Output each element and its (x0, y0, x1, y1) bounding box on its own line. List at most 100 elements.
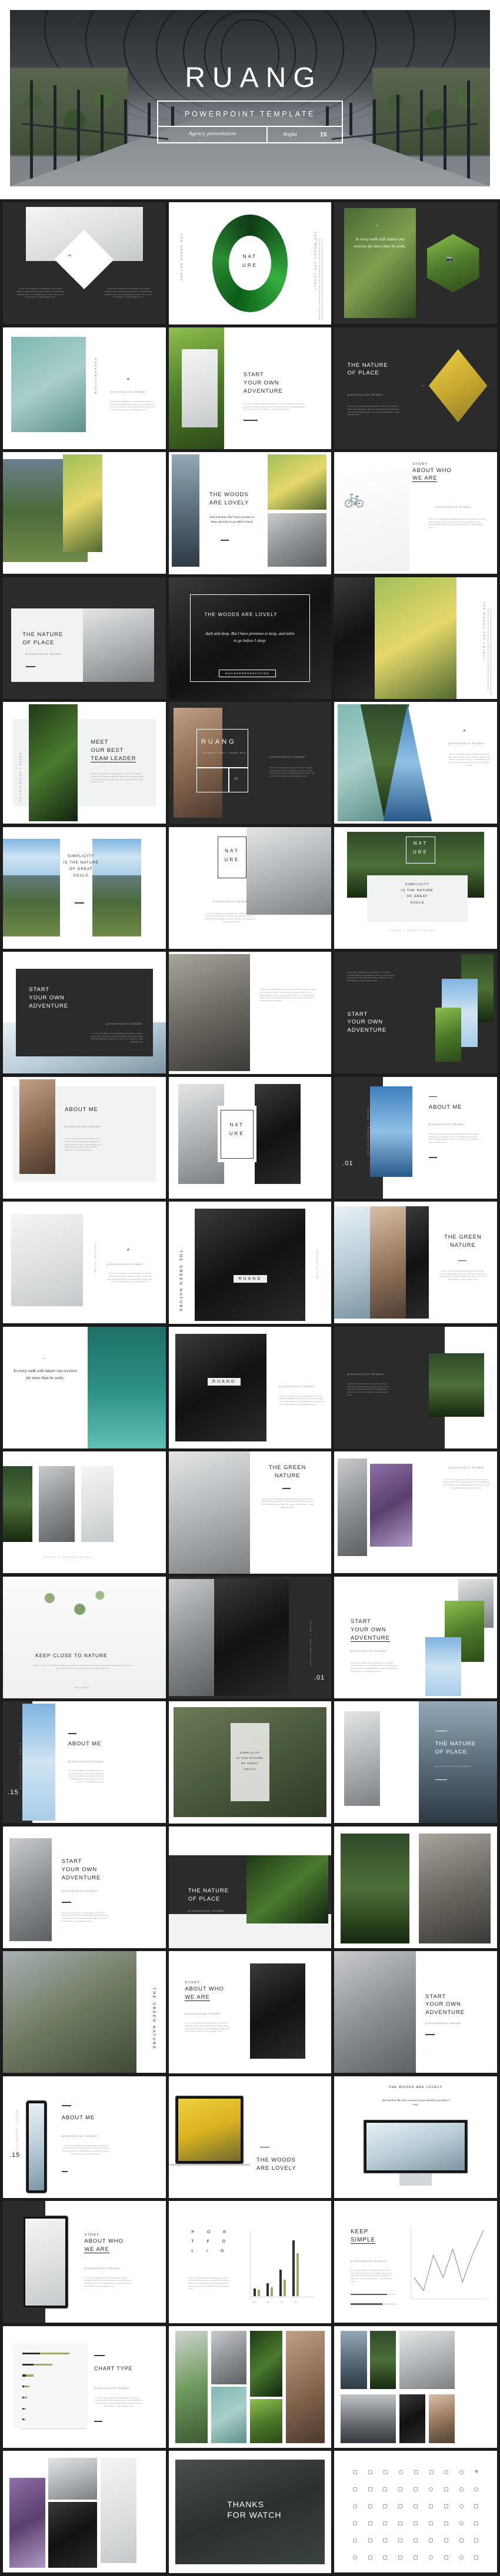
diamond-frame (422, 342, 491, 430)
slide-daisies-adventure[interactable]: START YOUR OWN ADVENTURE Far far away, b… (168, 327, 332, 449)
slide-ballerina[interactable]: Far far away, behind the word mountains,… (168, 952, 332, 1074)
divider (61, 2171, 68, 2172)
slide-photo (334, 1951, 416, 2073)
slide-green-nature-portrait[interactable]: THE GREEN NATURE Far far away, behind the… (168, 1451, 332, 1574)
cup-icon (352, 2521, 357, 2526)
slide-nature-bird[interactable]: NAT URE presentation header Far far away,… (168, 827, 332, 949)
slide-photo-mosaic-1[interactable] (168, 2326, 332, 2448)
slide-pasture[interactable]: presentation header Far far away, behind… (334, 1326, 497, 1448)
slide-photo (341, 2330, 367, 2390)
slide-bike-story[interactable]: 🚲 STORY ABOUT WHO WE ARE presentation he… (334, 452, 497, 574)
slide-nature-place-clock[interactable]: THE NATURE OF PLACE presentation header (3, 577, 166, 699)
headline: KEEP CLOSE TO NATURE (35, 1652, 108, 1659)
slide-monitor-woods[interactable]: THE WOODS ARE LOVELY dark and deep. But … (334, 2076, 497, 2198)
slide-about-me-01[interactable]: .01 RUANG | PRESENTATION ABOUT ME presen… (334, 1076, 497, 1199)
slide-number: .01 (314, 1674, 325, 1681)
presentation-header: presentation header (107, 1262, 144, 1266)
slide-tropical-triangles[interactable]: ☘ presentation header Far far away, behi… (334, 702, 497, 824)
presentation-header: presentation header (448, 742, 485, 745)
slide-chart-type[interactable]: CHART TYPE presentation header Far far a… (3, 2326, 166, 2448)
slide-about-me-pineapple[interactable]: .15 RUANG | PRESENTATION ABOUT ME presen… (3, 1701, 166, 1824)
slide-adventure-window[interactable]: START YOUR OWN ADVENTURE presentation hea… (334, 1576, 497, 1698)
slide-walk-nature-quote[interactable]: In every walk with nature one receives f… (334, 202, 497, 324)
slide-nature-of-place-lemon[interactable]: THE NATURE OF PLACE presentation header F… (334, 327, 497, 449)
slide-simplicity-hands[interactable]: SIMPLICITY IS THE NATURE OF GREAT SOULS (168, 1701, 332, 1824)
slide-ruang-brand[interactable]: RUANG POWERPOINT TEMPLATE 🚲 presentation… (168, 702, 332, 824)
slide-photo (268, 513, 327, 567)
slide-laptop-sunflowers[interactable]: THE WOODS ARE LOVELY (168, 2076, 332, 2198)
slide-nature-bw-pair[interactable]: NAT URE (168, 1076, 332, 1199)
slide-icon-library[interactable] (334, 2451, 497, 2573)
presentation-header: presentation header (428, 1123, 465, 1126)
slide-nature-place-mountain[interactable]: THE NATURE OF PLACE presentation header (334, 1701, 497, 1824)
quote-text: dark and deep. But I have promises to ke… (382, 2098, 449, 2106)
presentation-header: presentation header (279, 1385, 316, 1389)
slide-plant-camera[interactable]: ☘ presentation header Far far away, behi… (3, 1202, 166, 1324)
slide-keep-close-nature[interactable]: KEEP CLOSE TO NATURE There is pleasure i… (3, 1576, 166, 1698)
slide-phone-about-me[interactable]: .15 RUANG | PRESENTATION ABOUT ME presen… (3, 2076, 166, 2198)
slide-tablet-story[interactable]: STORY ABOUT WHO WE ARE presentation head… (3, 2201, 166, 2323)
hero-slide[interactable]: RUANG POWERPOINT TEMPLATE Agency present… (10, 10, 490, 186)
slide-photo (100, 2458, 136, 2563)
slide-portfolio-bar-chart[interactable]: P O R T F O L I O Far far away, behind t… (168, 2201, 332, 2323)
slide-keep-simple-line-chart[interactable]: KEEP SIMPLE presentation header Far far … (334, 2201, 497, 2323)
slide-fashion-01[interactable]: RUANG | PRESENTATION .01 (168, 1576, 332, 1698)
slide-blonde-adventure[interactable]: START YOUR OWN ADVENTURE presentation head… (334, 1951, 497, 2073)
slide-agave-pot[interactable]: PRESENTATION ☘ presentation header Far f… (3, 327, 166, 449)
slide-woods-lovely-collage[interactable]: THE WOODS ARE LOVELY dark and deep. But I… (168, 452, 332, 574)
slide-corn-urban[interactable] (334, 1826, 497, 1948)
slide-drink-green-nature[interactable]: THE GREEN NATURE (3, 1951, 166, 2073)
image-icon: 📷 (446, 256, 454, 262)
slide-green-nature-woman[interactable]: THE GREEN NATURE Far far away, behind the… (334, 1202, 497, 1324)
slide-photo (3, 868, 60, 937)
bar-chart (253, 2233, 299, 2296)
slide-photo (370, 1086, 413, 1177)
slide-nature-place-succulent[interactable]: THE NATURE OF PLACE presentation header (168, 1826, 332, 1948)
slide-photo (9, 1838, 52, 1941)
slide-three-portraits[interactable]: RUANG | PRESENTATION (3, 1451, 166, 1574)
slide-hoodie-ruang[interactable]: RUANG presentation header Far far away, … (168, 1326, 332, 1448)
slide-thanks-for-watch[interactable]: THANKS FOR WATCH (168, 2451, 332, 2573)
slide-photo (19, 1079, 55, 1175)
lightbulb-icon (352, 2470, 357, 2475)
slide-hand-ruang[interactable]: RUANG THE GREEN NATURE PRESENTATION (168, 1202, 332, 1324)
slide-photo (211, 2387, 247, 2443)
ruang-presentation-button[interactable]: RUANGPRESENTATION (219, 670, 276, 678)
headline: MEET OUR BEST TEAM LEADER (91, 739, 136, 762)
slide-hat-adventure[interactable]: START YOUR OWN ADVENTURE presentation head… (3, 1826, 166, 1948)
body-text: Far far away, behind the word mountains,… (261, 1497, 314, 1508)
slide-woman-interior[interactable]: presentation header Far far away, behind… (334, 1451, 497, 1574)
tools-icon (383, 2538, 388, 2543)
slide-desk-scissors[interactable]: ✂ Far far away, behind the word mountain… (3, 202, 166, 324)
slide-photo-mosaic-2[interactable] (334, 2326, 497, 2448)
slide-story-hair[interactable]: STORY ABOUT WHO WE ARE presentation head… (168, 1951, 332, 2073)
slide-woods-quote-dark[interactable]: THE WOODS ARE LOVELY dark and deep. But … (168, 577, 332, 699)
slide-photo (22, 1704, 55, 1821)
slide-adventure-panel[interactable]: START YOUR OWN ADVENTURE presentation head… (3, 952, 166, 1074)
photo-icon (444, 2521, 448, 2526)
slide-forest-simplicity[interactable]: NAT URE SIMPLICITY IS THE NATURE OF GREAT… (334, 827, 497, 949)
slide-photo (29, 704, 78, 822)
slide-man-plant[interactable]: THE WOODS ARE LOVELY Far far away, behin… (334, 577, 497, 699)
icon-row (334, 2470, 497, 2475)
slide-photo (425, 1637, 462, 1696)
location-icon (352, 2555, 357, 2560)
slide-simplicity-coast[interactable]: SIMPLICITY IS THE NATURE OF GREAT SOULS (3, 827, 166, 949)
gear-icon (459, 2504, 464, 2509)
slide-about-me-sunglasses[interactable]: ABOUT ME presentation header Far far awa… (3, 1076, 166, 1199)
slide-quote-bridge[interactable]: ” In every walk with nature one receives… (3, 1326, 166, 1448)
slide-nature-ring[interactable]: NAT URE THE GREEN NATURE THE WOODS ARE LO… (168, 202, 332, 324)
slide-adventure-pineapple[interactable]: Far far away, behind the word mountains,… (334, 952, 497, 1074)
compass-icon (428, 2487, 433, 2492)
slide-photo (11, 1213, 83, 1307)
progress-bar-simple (350, 2303, 396, 2305)
x-tick: 2017 (294, 2301, 298, 2304)
slide-floral-mosaic[interactable] (3, 2451, 166, 2573)
headline: START YOUR OWN ADVENTURE (425, 1993, 465, 2016)
bicycle-icon: 🚲 (344, 489, 365, 508)
slide-field-bicycle[interactable] (3, 452, 166, 574)
slide-team-leader[interactable]: MEET OUR BEST TEAM LEADER Far far away, … (3, 702, 166, 824)
monitor-mockup (364, 2120, 468, 2174)
vertical-label-woods: THE WOODS ARE LOVELY (482, 601, 486, 661)
body-text: Far far away, behind the word mountains,… (91, 772, 144, 784)
